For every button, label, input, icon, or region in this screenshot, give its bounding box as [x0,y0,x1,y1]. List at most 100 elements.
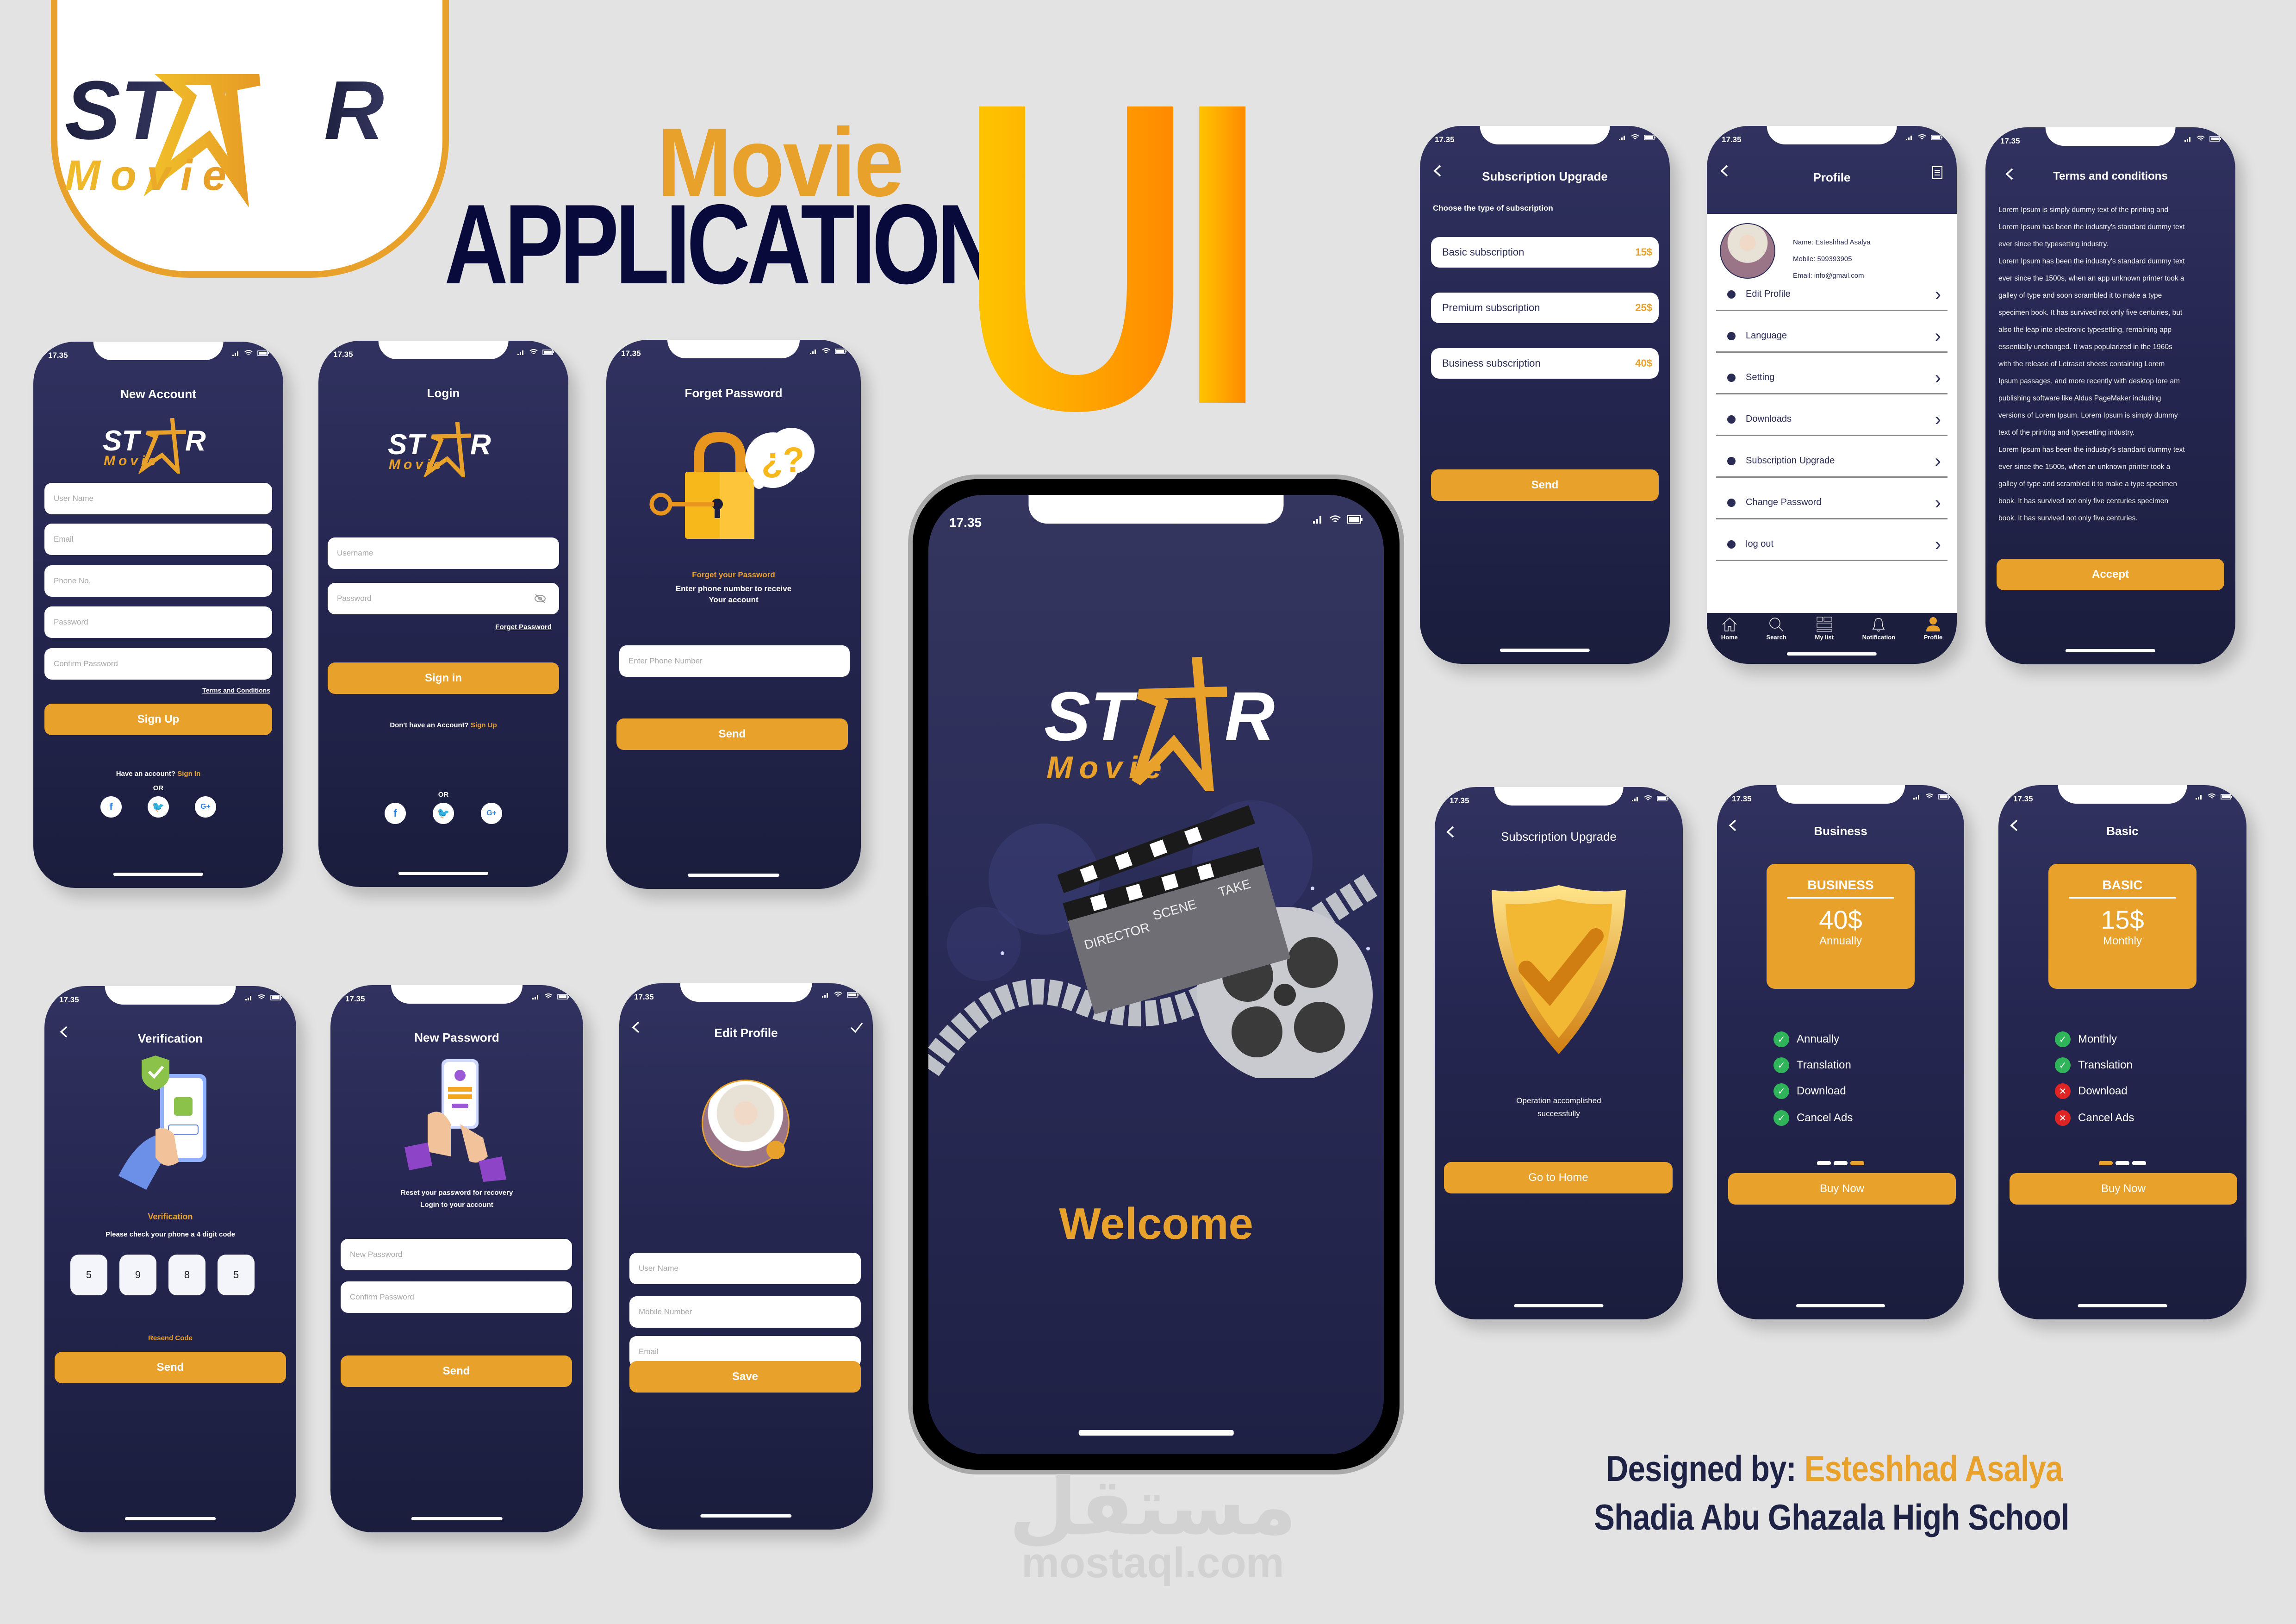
plan-period: Monthly [2103,935,2142,947]
wifi-icon [1631,134,1639,139]
nav-my-list[interactable]: My list [1815,617,1834,664]
bullet-icon [1727,415,1736,424]
page-dot[interactable] [2132,1161,2146,1165]
nav-home[interactable]: Home [1721,617,1738,664]
buy-now-button[interactable]: Buy Now [2010,1173,2237,1205]
send-button[interactable]: Send [616,718,848,750]
notch [378,341,509,359]
username-field[interactable] [629,1253,861,1284]
wifi-icon [1918,134,1926,139]
nav-label: My list [1815,634,1834,641]
twitter-icon[interactable]: 🐦 [433,803,454,824]
logo-sub: Movie [65,152,236,199]
notch [2045,127,2176,146]
send-button[interactable]: Send [55,1352,286,1383]
option-price: 40$ [1635,357,1652,369]
sign-up-link[interactable]: Sign Up [471,721,497,729]
email-field[interactable] [44,524,272,555]
google-plus-icon[interactable]: G+ [195,796,216,818]
menu-item-setting[interactable]: Setting › [1716,362,1948,394]
status-icons [1619,134,1656,140]
signal-icon [1619,135,1625,140]
twitter-icon[interactable]: 🐦 [148,796,169,818]
home-indicator [1078,1430,1234,1436]
menu-item-change-password[interactable]: Change Password › [1716,487,1948,519]
phone-number-field[interactable] [619,645,850,677]
otp-digit[interactable]: 8 [168,1255,205,1295]
screen-title: New Account [120,387,196,401]
facebook-icon[interactable]: f [385,803,406,824]
home-indicator [1500,649,1590,652]
terms-link[interactable]: Terms and Conditions [202,687,270,694]
page-dot-active[interactable] [2099,1161,2113,1165]
screen-login: 17.35 Login ST R Movie Forget Password S… [318,341,568,887]
cross-icon: ✕ [2055,1083,2071,1099]
page-dot[interactable] [1817,1161,1831,1165]
bullet-icon [1727,331,1736,340]
password-field[interactable] [44,606,272,638]
eye-off-icon[interactable] [534,593,546,604]
send-button[interactable]: Send [341,1355,572,1387]
subscription-option[interactable]: Business subscription 40$ [1431,348,1659,379]
svg-text:ST: ST [1044,677,1138,755]
checkmark-icon[interactable] [850,1021,864,1034]
svg-text:ST: ST [388,429,427,461]
send-button[interactable]: Send [1431,469,1659,501]
phone-field[interactable] [44,565,272,597]
document-list-icon[interactable] [1932,166,1943,180]
menu-item-downloads[interactable]: Downloads › [1716,404,1948,436]
signal-icon [1913,794,1919,800]
page-dot[interactable] [1834,1161,1848,1165]
page-dot[interactable] [2116,1161,2129,1165]
headline-ui [979,106,1245,412]
nav-notification[interactable]: Notification [1862,617,1895,664]
confirm-password-field[interactable] [44,648,272,680]
forget-password-link[interactable]: Forget Password [495,623,552,631]
google-plus-icon[interactable]: G+ [481,803,502,824]
menu-item-edit-profile[interactable]: Edit Profile › [1716,279,1948,311]
mobile-number-field[interactable] [629,1296,861,1328]
sign-in-button[interactable]: Sign in [328,662,559,694]
subscription-option[interactable]: Basic subscription 15$ [1431,237,1659,268]
accept-button[interactable]: Accept [1997,559,2224,590]
svg-text:¿?: ¿? [761,440,804,480]
signal-icon [822,993,828,998]
screen-title: Forget Password [684,386,783,400]
nav-search[interactable]: Search [1767,617,1786,664]
status-icons [245,994,282,1000]
username-field[interactable] [44,483,272,514]
new-password-field[interactable] [341,1239,572,1270]
status-time: 17.35 [621,349,641,358]
status-time: 17.35 [1450,796,1469,805]
username-field[interactable] [328,537,559,569]
go-to-home-button[interactable]: Go to Home [1444,1162,1673,1193]
otp-digit[interactable]: 5 [70,1255,107,1295]
terms-line: ever since the 1500s, when an app unknow… [1998,275,2184,282]
profile-mobile: Mobile: 599393905 [1793,255,1852,263]
otp-digit[interactable]: 9 [119,1255,156,1295]
otp-digit[interactable]: 5 [218,1255,255,1295]
buy-now-button[interactable]: Buy Now [1728,1173,1956,1205]
edit-avatar-icon[interactable] [766,1141,785,1159]
nav-profile[interactable]: Profile [1924,617,1942,664]
menu-item-language[interactable]: Language › [1716,320,1948,353]
page-dot-active[interactable] [1850,1161,1864,1165]
facebook-icon[interactable]: f [100,796,122,818]
menu-item-log-out[interactable]: log out › [1716,529,1948,561]
resend-code-link[interactable]: Resend Code [44,1334,296,1342]
password-field[interactable] [328,583,559,614]
star-movie-logo: ST R Movie [388,422,491,477]
confirm-password-field[interactable] [341,1281,572,1313]
terms-line: also the leap into electronic typesettin… [1998,326,2172,334]
menu-item-subscription-upgrade[interactable]: Subscription Upgrade › [1716,445,1948,478]
battery-icon [270,994,282,1000]
sign-in-link[interactable]: Sign In [177,770,200,778]
plan-title: BASIC [2069,878,2176,899]
save-button[interactable]: Save [629,1361,861,1393]
subscription-option[interactable]: Premium subscription 25$ [1431,293,1659,323]
sign-up-button[interactable]: Sign Up [44,704,272,735]
designer-name: Esteshhad Asalya [1804,1448,2063,1489]
battery-icon [1347,515,1363,524]
plan-price: 40$ [1819,905,1862,934]
watermark-latin: mostaql.com [1021,1539,1284,1587]
